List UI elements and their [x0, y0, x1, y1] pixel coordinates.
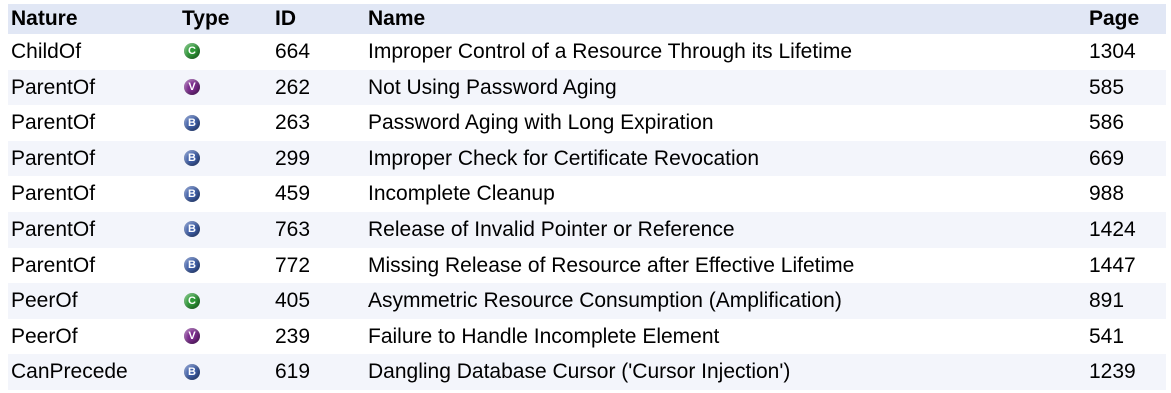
id-cell[interactable]: 772 — [272, 248, 365, 284]
category-icon: C — [184, 43, 200, 60]
header-page: Page — [1089, 7, 1140, 30]
base-icon: B — [184, 150, 200, 167]
header-nature: Nature — [11, 7, 78, 30]
nature-cell: ParentOf — [11, 111, 96, 135]
table-row: ParentOf B 763 Release of Invalid Pointer o… — [8, 211, 1166, 248]
header-id: ID — [275, 7, 296, 30]
nature-cell: ParentOf — [11, 253, 96, 277]
table-row: CanPrecede B 619 Dangling Database Cursor (… — [8, 354, 1166, 390]
type-cell: V — [179, 319, 272, 355]
name-cell: Missing Release of Resource after Effect… — [368, 253, 855, 277]
name-cell: Asymmetric Resource Consumption (Amplifi… — [368, 289, 842, 313]
category-icon: C — [184, 292, 200, 309]
table-row: ParentOf B 459 Incomplete Cleanup 988 — [8, 176, 1166, 212]
id-cell[interactable]: 619 — [272, 354, 365, 390]
nature-cell: ParentOf — [11, 146, 96, 170]
nature-cell: ChildOf — [11, 40, 82, 63]
page-cell: 1239 — [1089, 360, 1136, 384]
nature-cell: ParentOf — [11, 217, 96, 241]
type-cell: B — [179, 354, 272, 390]
nature-cell: ParentOf — [11, 75, 96, 99]
page-cell: 1424 — [1089, 217, 1136, 241]
page-cell: 669 — [1089, 146, 1125, 170]
header-type: Type — [182, 7, 230, 30]
name-cell: Improper Control of a Resource Through i… — [368, 40, 853, 63]
type-cell: B — [179, 248, 272, 284]
type-cell: B — [179, 141, 272, 177]
type-cell: B — [179, 212, 272, 248]
name-cell: Release of Invalid Pointer or Reference — [368, 217, 735, 241]
nature-cell: ParentOf — [11, 182, 96, 206]
table-row: ParentOf V 262 Not Using Password Aging 585 — [8, 69, 1166, 106]
base-icon: B — [184, 363, 200, 380]
id-cell[interactable]: 299 — [272, 141, 365, 177]
table-row: ChildOf C 664 Improper Control of a Resourc… — [8, 34, 1166, 70]
id-cell[interactable]: 459 — [272, 176, 365, 212]
page-cell: 988 — [1089, 182, 1125, 206]
header-name: Name — [368, 7, 426, 30]
id-cell[interactable]: 763 — [272, 212, 365, 248]
table-row: ParentOf B 299 Improper Check for Certifica… — [8, 140, 1166, 177]
variant-icon: V — [184, 79, 200, 96]
table-row: ParentOf B 263 Password Aging with Long Exp… — [8, 105, 1166, 141]
table-header-row: Nature Type ID Name Page — [8, 4, 1166, 34]
base-icon: B — [184, 257, 200, 274]
type-cell: V — [179, 70, 272, 106]
relationships-table: Nature Type ID Name Page ChildOf C 664 Impr… — [8, 4, 1166, 390]
name-cell: Incomplete Cleanup — [368, 182, 555, 206]
page-cell: 541 — [1089, 324, 1125, 348]
page-cell: 586 — [1089, 111, 1125, 135]
id-cell[interactable]: 239 — [272, 319, 365, 355]
name-cell: Password Aging with Long Expiration — [368, 111, 714, 135]
name-cell: Dangling Database Cursor ('Cursor Inject… — [368, 360, 791, 384]
id-cell[interactable]: 262 — [272, 70, 365, 106]
relationships-table-container: Nature Type ID Name Page ChildOf C 664 Impr… — [0, 0, 1171, 393]
base-icon: B — [184, 185, 200, 202]
name-cell: Improper Check for Certificate Revocatio… — [368, 146, 759, 170]
type-cell: B — [179, 105, 272, 141]
base-icon: B — [184, 221, 200, 238]
name-cell: Not Using Password Aging — [368, 75, 617, 99]
nature-cell: CanPrecede — [11, 360, 128, 384]
id-cell[interactable]: 405 — [272, 283, 365, 319]
table-row: ParentOf B 772 Missing Release of Resource … — [8, 248, 1166, 284]
id-cell[interactable]: 664 — [272, 34, 365, 70]
nature-cell: PeerOf — [11, 324, 78, 348]
page-cell: 585 — [1089, 75, 1125, 99]
nature-cell: PeerOf — [11, 289, 78, 313]
type-cell: C — [179, 34, 272, 70]
page-cell: 1304 — [1089, 40, 1136, 63]
name-cell: Failure to Handle Incomplete Element — [368, 324, 720, 348]
table-row: PeerOf V 239 Failure to Handle Incomplete E… — [8, 319, 1166, 355]
page-cell: 891 — [1089, 289, 1125, 313]
id-cell[interactable]: 263 — [272, 105, 365, 141]
base-icon: B — [184, 114, 200, 131]
variant-icon: V — [184, 328, 200, 345]
type-cell: B — [179, 176, 272, 212]
table-row: PeerOf C 405 Asymmetric Resource Consumptio… — [8, 283, 1166, 319]
type-cell: C — [179, 283, 272, 319]
page-cell: 1447 — [1089, 253, 1136, 277]
